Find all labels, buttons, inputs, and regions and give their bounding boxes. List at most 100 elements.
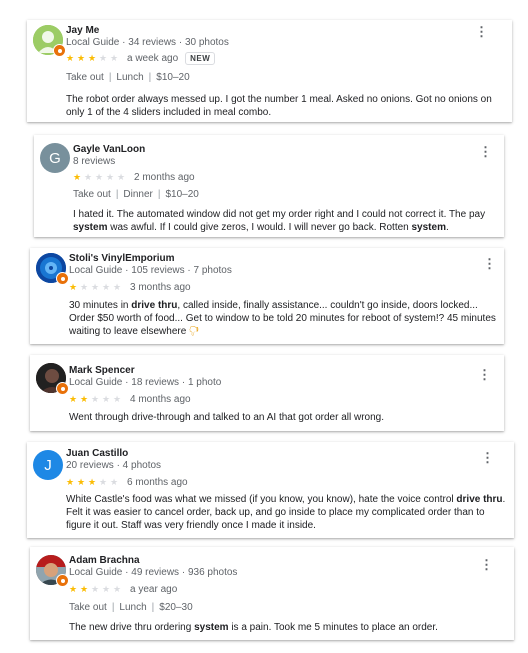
star-rating: ★ ★ ★ ★ ★: [66, 52, 121, 64]
star-icon: ★: [77, 477, 86, 487]
star-icon: ★: [88, 53, 97, 63]
more-options-icon[interactable]: ⋮: [480, 558, 493, 571]
reviewer-name[interactable]: Jay Me: [66, 25, 99, 36]
star-icon: ★: [80, 584, 89, 594]
review-text: Went through drive-through and talked to…: [69, 412, 385, 423]
rating-row: ★ ★ ★ ★ ★ a week ago NEW: [66, 51, 216, 65]
review-time: 2 months ago: [134, 171, 195, 183]
tag-meal: Lunch: [119, 602, 147, 613]
reviewer-meta: Local Guide · 105 reviews · 7 photos: [69, 265, 232, 276]
tag-meal: Lunch: [116, 72, 144, 83]
avatar[interactable]: [36, 555, 69, 587]
more-options-icon[interactable]: ⋮: [475, 25, 488, 38]
star-icon: ★: [69, 394, 78, 404]
review-time: a year ago: [130, 583, 178, 595]
star-rating: ★ ★ ★ ★ ★: [66, 476, 121, 488]
reviewer-meta: Local Guide · 34 reviews · 30 photos: [66, 37, 229, 48]
star-rating: ★ ★ ★ ★ ★: [69, 393, 124, 405]
tag-service: Take out: [66, 72, 104, 83]
avatar[interactable]: [36, 253, 69, 285]
review-card-2: G Gayle VanLoon 8 reviews ⋮ ★ ★ ★ ★ ★ 2 mont…: [34, 135, 504, 237]
review-text: The robot order always messed up. I got …: [66, 94, 492, 118]
avatar-letter: G: [49, 149, 61, 167]
star-icon: ★: [113, 584, 122, 594]
star-icon: ★: [99, 53, 108, 63]
star-icon: ★: [102, 394, 111, 404]
review-time: 6 months ago: [127, 476, 188, 488]
rating-row: ★ ★ ★ ★ ★ 3 months ago: [69, 281, 191, 293]
star-icon: ★: [110, 53, 119, 63]
star-icon: ★: [102, 282, 111, 292]
star-icon: ★: [80, 394, 89, 404]
review-text: I hated it. The automated window did not…: [73, 209, 486, 233]
star-icon: ★: [117, 172, 126, 182]
tag-price: $10–20: [165, 189, 199, 200]
review-card-6: Adam Brachna Local Guide · 49 reviews · …: [30, 547, 514, 640]
review-time: 4 months ago: [130, 393, 191, 405]
star-icon: ★: [106, 172, 115, 182]
avatar-letter: J: [44, 456, 52, 474]
star-icon: ★: [99, 477, 108, 487]
reviewer-name[interactable]: Mark Spencer: [69, 365, 135, 376]
star-icon: ★: [69, 584, 78, 594]
star-icon: ★: [88, 477, 97, 487]
visit-tags: Take out | Dinner | $10–20: [73, 189, 199, 200]
star-rating: ★ ★ ★ ★ ★: [69, 281, 124, 293]
avatar[interactable]: [36, 363, 69, 395]
reviewer-meta: 8 reviews: [73, 156, 116, 167]
star-icon: ★: [66, 477, 75, 487]
review-time: a week ago: [127, 52, 179, 64]
local-guide-badge-icon: [56, 574, 69, 587]
visit-tags: Take out | Lunch | $20–30: [69, 602, 193, 613]
tag-service: Take out: [73, 189, 111, 200]
reviewer-meta: Local Guide · 49 reviews · 936 photos: [69, 567, 238, 578]
more-options-icon[interactable]: ⋮: [478, 368, 491, 381]
tag-meal: Dinner: [123, 189, 153, 200]
reviewer-name[interactable]: Gayle VanLoon: [73, 144, 145, 155]
reviewer-name[interactable]: Stoli's VinylEmporium: [69, 253, 175, 264]
reviewer-name[interactable]: Juan Castillo: [66, 448, 128, 459]
star-icon: ★: [95, 172, 104, 182]
tag-service: Take out: [69, 602, 107, 613]
star-icon: ★: [91, 584, 100, 594]
star-icon: ★: [113, 394, 122, 404]
star-icon: ★: [69, 282, 78, 292]
star-icon: ★: [66, 53, 75, 63]
rating-row: ★ ★ ★ ★ ★ 6 months ago: [66, 476, 188, 488]
visit-tags: Take out | Lunch | $10–20: [66, 72, 190, 83]
avatar[interactable]: [33, 25, 66, 57]
tag-price: $10–20: [156, 72, 190, 83]
review-time: 3 months ago: [130, 281, 191, 293]
local-guide-badge-icon: [56, 272, 69, 285]
star-icon: ★: [110, 477, 119, 487]
rating-row: ★ ★ ★ ★ ★ 2 months ago: [73, 171, 195, 183]
star-icon: ★: [73, 172, 82, 182]
reviewer-name[interactable]: Adam Brachna: [69, 555, 140, 566]
review-card-3: Stoli's VinylEmporium Local Guide · 105 …: [30, 248, 504, 344]
star-icon: ★: [77, 53, 86, 63]
local-guide-badge-icon: [56, 382, 69, 395]
star-icon: ★: [80, 282, 89, 292]
reviewer-meta: Local Guide · 18 reviews · 1 photo: [69, 377, 222, 388]
thumbs-down-emoji-icon: 🖓: [189, 326, 199, 337]
reviewer-meta: 20 reviews · 4 photos: [66, 460, 162, 471]
star-rating: ★ ★ ★ ★ ★: [69, 583, 124, 595]
more-options-icon[interactable]: ⋮: [479, 145, 492, 158]
review-card-4: Mark Spencer Local Guide · 18 reviews · …: [30, 355, 504, 431]
star-icon: ★: [113, 282, 122, 292]
star-icon: ★: [91, 282, 100, 292]
star-icon: ★: [102, 584, 111, 594]
star-icon: ★: [91, 394, 100, 404]
review-text: The new drive thru ordering system is a …: [69, 622, 438, 633]
star-icon: ★: [84, 172, 93, 182]
more-options-icon[interactable]: ⋮: [483, 257, 496, 270]
rating-row: ★ ★ ★ ★ ★ a year ago: [69, 583, 177, 595]
review-text: White Castle's food was what we missed (…: [66, 494, 506, 531]
local-guide-badge-icon: [53, 44, 66, 57]
star-rating: ★ ★ ★ ★ ★: [73, 171, 128, 183]
review-card-1: Jay Me Local Guide · 34 reviews · 30 pho…: [27, 20, 512, 122]
avatar[interactable]: G: [40, 143, 70, 173]
review-card-5: J Juan Castillo 20 reviews · 4 photos ⋮ …: [27, 442, 514, 538]
more-options-icon[interactable]: ⋮: [481, 451, 494, 464]
avatar[interactable]: J: [33, 450, 63, 480]
